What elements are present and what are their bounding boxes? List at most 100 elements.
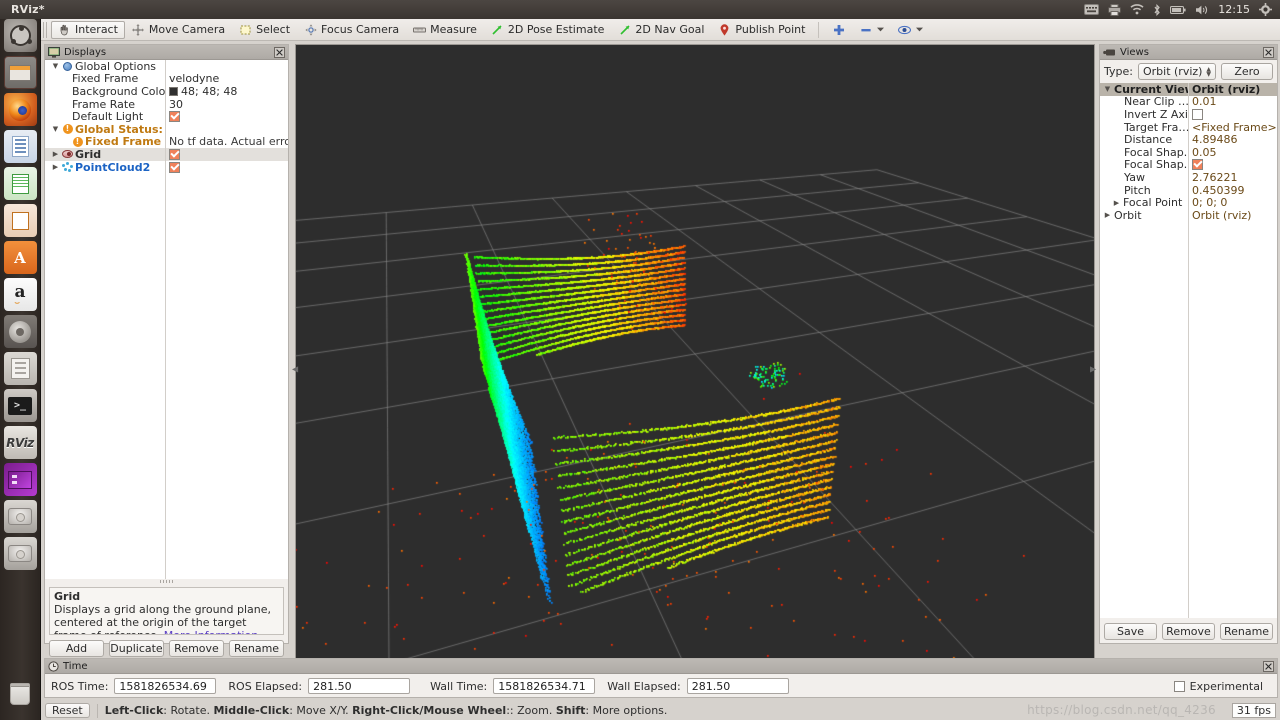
focal-shape-fixed-checkbox[interactable] xyxy=(1192,159,1203,171)
files-icon[interactable] xyxy=(3,56,37,89)
display-row-default-light[interactable]: Default Light xyxy=(45,110,288,123)
volume-icon[interactable] xyxy=(1195,4,1209,16)
display-row-global-options[interactable]: ▼ Global Options xyxy=(45,60,288,73)
views-close-button[interactable] xyxy=(1263,46,1274,58)
display-value-grid[interactable] xyxy=(165,148,288,160)
toolbar-plus-icon[interactable] xyxy=(825,21,852,39)
clock[interactable]: 12:15 xyxy=(1218,3,1250,16)
expander-arrow[interactable]: ▶ xyxy=(1112,199,1121,207)
disk-icon-2[interactable] xyxy=(3,537,37,570)
tool-move-camera[interactable]: Move Camera xyxy=(125,21,232,39)
expander-arrow[interactable]: ▼ xyxy=(1103,85,1112,93)
views-column-splitter[interactable] xyxy=(1188,83,1189,618)
rviz-icon[interactable]: RViz xyxy=(3,426,37,459)
display-row-status-fixed-frame[interactable]: ! Fixed Frame No tf data. Actual erro… xyxy=(45,135,288,148)
reset-button[interactable]: Reset xyxy=(45,703,90,718)
trash-icon[interactable] xyxy=(4,677,37,710)
ros-time-input[interactable]: 1581826534.69 xyxy=(114,678,217,694)
bluetooth-icon[interactable] xyxy=(1153,3,1161,16)
displays-tree[interactable]: ▼ Global Options Fixed Frame velodyne Ba… xyxy=(45,60,288,579)
pointcloud-canvas[interactable] xyxy=(296,45,1094,663)
views-value-invert-z[interactable] xyxy=(1188,108,1277,120)
views-value-yaw[interactable]: 2.76221 xyxy=(1188,171,1277,184)
experimental-checkbox[interactable] xyxy=(1173,680,1185,692)
display-value-default-light[interactable] xyxy=(165,111,288,123)
views-value-pitch[interactable]: 0.450399 xyxy=(1188,184,1277,197)
ubuntu-software-icon[interactable]: A xyxy=(3,241,37,274)
disk-icon[interactable] xyxy=(3,500,37,533)
remove-display-button[interactable]: Remove xyxy=(169,640,224,657)
viewport-right-handle[interactable]: ▶ xyxy=(1090,365,1096,374)
expander-arrow[interactable]: ▶ xyxy=(51,163,60,171)
toolbar-minus-dropdown[interactable] xyxy=(852,21,891,39)
invert-z-checkbox[interactable] xyxy=(1192,108,1203,120)
displays-close-button[interactable] xyxy=(274,46,285,58)
3d-viewport[interactable] xyxy=(295,44,1095,664)
expander-arrow[interactable]: ▶ xyxy=(1103,211,1112,219)
battery-icon[interactable] xyxy=(1170,5,1186,15)
tool-2d-nav-goal[interactable]: 2D Nav Goal xyxy=(611,21,711,39)
duplicate-display-button[interactable]: Duplicate xyxy=(109,640,164,657)
display-row-background-color[interactable]: Background Color 48; 48; 48 xyxy=(45,85,288,98)
views-value-orbit[interactable]: Orbit (rviz) xyxy=(1188,209,1277,222)
ros-elapsed-input[interactable]: 281.50 xyxy=(308,678,411,694)
libreoffice-impress-icon[interactable] xyxy=(3,204,37,237)
display-row-grid[interactable]: ▶ Grid xyxy=(45,148,288,161)
display-row-frame-rate[interactable]: Frame Rate 30 xyxy=(45,98,288,111)
libreoffice-calc-icon[interactable] xyxy=(3,167,37,200)
displays-column-splitter[interactable] xyxy=(165,60,166,579)
toolbar-grip[interactable] xyxy=(43,21,48,38)
toolbar-eye-dropdown[interactable] xyxy=(891,21,930,39)
expander-arrow[interactable]: ▼ xyxy=(51,125,60,133)
display-row-global-status[interactable]: ▼ ! Global Status: W... xyxy=(45,123,288,136)
session-gear-icon[interactable] xyxy=(1259,3,1272,16)
zero-button[interactable]: Zero xyxy=(1221,63,1273,80)
expander-arrow[interactable]: ▼ xyxy=(51,62,60,70)
printer-icon[interactable] xyxy=(1108,3,1122,16)
view-type-combobox[interactable]: Orbit (rviz) ▲ ▼ xyxy=(1137,63,1216,80)
wall-time-input[interactable]: 1581826534.71 xyxy=(493,678,596,694)
save-view-button[interactable]: Save xyxy=(1104,623,1157,640)
views-value-distance[interactable]: 4.89486 xyxy=(1188,133,1277,146)
system-settings-icon[interactable] xyxy=(3,315,37,348)
experimental-toggle[interactable]: Experimental xyxy=(1173,680,1271,693)
libreoffice-writer-icon[interactable] xyxy=(3,130,37,163)
tool-interact[interactable]: Interact xyxy=(51,20,125,39)
views-value-focal-point[interactable]: 0; 0; 0 xyxy=(1188,196,1277,209)
tool-focus-camera[interactable]: Focus Camera xyxy=(297,21,406,39)
views-value-target-frame[interactable]: <Fixed Frame> xyxy=(1188,121,1277,134)
rename-view-button[interactable]: Rename xyxy=(1220,623,1273,640)
pointcloud2-enabled-checkbox[interactable] xyxy=(169,161,180,173)
display-row-fixed-frame[interactable]: Fixed Frame velodyne xyxy=(45,72,288,85)
tool-publish-point[interactable]: Publish Point xyxy=(711,21,812,39)
expander-arrow[interactable]: ▶ xyxy=(51,150,60,158)
display-value-frame-rate[interactable]: 30 xyxy=(165,98,288,111)
default-light-checkbox[interactable] xyxy=(169,111,180,123)
displays-splitter-handle[interactable] xyxy=(45,579,288,583)
grid-enabled-checkbox[interactable] xyxy=(169,148,180,160)
time-close-button[interactable] xyxy=(1263,660,1274,672)
tool-measure[interactable]: Measure xyxy=(406,21,484,39)
tool-2d-pose-estimate[interactable]: 2D Pose Estimate xyxy=(484,21,612,39)
views-value-near-clip[interactable]: 0.01 xyxy=(1188,95,1277,108)
remove-view-button[interactable]: Remove xyxy=(1162,623,1215,640)
text-editor-icon[interactable] xyxy=(3,352,37,385)
media-player-icon[interactable] xyxy=(3,463,37,496)
tool-select[interactable]: Select xyxy=(232,21,297,39)
firefox-icon[interactable] xyxy=(3,93,37,126)
wifi-icon[interactable] xyxy=(1130,4,1144,15)
amazon-icon[interactable]: a ⌣ xyxy=(3,278,37,311)
add-display-button[interactable]: Add xyxy=(49,640,104,657)
viewport-left-handle[interactable]: ◀ xyxy=(292,365,298,374)
display-row-pointcloud2[interactable]: ▶ PointCloud2 xyxy=(45,161,288,174)
views-tree[interactable]: ▼ Current View Orbit (rviz) Near Clip … … xyxy=(1100,83,1277,618)
display-value-fixed-frame[interactable]: velodyne xyxy=(165,72,288,85)
wall-elapsed-input[interactable]: 281.50 xyxy=(686,678,789,694)
ubuntu-dash-icon[interactable] xyxy=(3,19,37,52)
views-value-focal-shape-fixed[interactable] xyxy=(1188,159,1277,171)
rename-display-button[interactable]: Rename xyxy=(229,640,284,657)
keyboard-icon[interactable] xyxy=(1084,4,1100,15)
display-value-pointcloud2[interactable] xyxy=(165,161,288,173)
display-value-background-color[interactable]: 48; 48; 48 xyxy=(165,85,288,98)
terminal-icon[interactable]: >_ xyxy=(3,389,37,422)
